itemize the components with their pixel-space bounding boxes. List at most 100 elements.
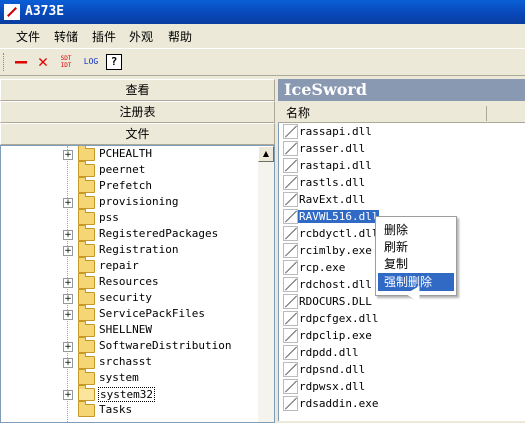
file-name: rastapi.dll — [299, 159, 372, 172]
tree-item[interactable]: + ServicePackFiles — [1, 305, 259, 322]
tree-item-label: security — [99, 291, 152, 304]
folder-icon — [78, 241, 95, 257]
tree-item[interactable]: + Resources — [1, 273, 259, 290]
expand-icon[interactable]: + — [63, 358, 73, 368]
menu-plugins[interactable]: 插件 — [92, 28, 116, 45]
file-row[interactable]: rastls.dll — [279, 174, 525, 191]
ctx-refresh[interactable]: 刷新 — [378, 238, 454, 256]
folder-icon — [78, 369, 95, 385]
file-icon — [283, 379, 298, 394]
file-row[interactable]: rdpwsx.dll — [279, 378, 525, 395]
folder-icon — [78, 353, 95, 369]
tree-item[interactable]: Tasks — [1, 401, 259, 418]
file-icon — [283, 209, 298, 224]
file-row[interactable]: rdpclip.exe — [279, 327, 525, 344]
expand-icon[interactable]: + — [63, 294, 73, 304]
expand-icon[interactable]: + — [63, 310, 73, 320]
folder-icon — [78, 305, 95, 321]
tree-scrollbar[interactable]: ▲ — [258, 146, 274, 422]
file-row[interactable]: RavExt.dll — [279, 191, 525, 208]
tree-item[interactable]: + PCHEALTH — [1, 146, 259, 162]
file-row[interactable]: rdpcfgex.dll — [279, 310, 525, 327]
file-icon — [283, 124, 298, 139]
tree-item[interactable]: + SoftwareDistribution — [1, 337, 259, 354]
file-name: rdpcfgex.dll — [299, 312, 379, 325]
tree-item[interactable]: peernet — [1, 161, 259, 178]
ctx-copy[interactable]: 复制 — [378, 255, 454, 273]
tree-item-label: system32 — [98, 387, 155, 402]
file-row[interactable]: rdpsnd.dll — [279, 361, 525, 378]
log-icon[interactable]: LOG — [81, 53, 101, 71]
expand-icon[interactable]: + — [63, 230, 73, 240]
tree-item-label: provisioning — [99, 195, 179, 208]
menu-file[interactable]: 文件 — [16, 28, 40, 45]
sdt-idt-icon[interactable]: SDT IDT — [58, 53, 74, 73]
file-name: rcp.exe — [299, 261, 346, 274]
file-row[interactable]: rastapi.dll — [279, 157, 525, 174]
view-button[interactable]: 查看 — [0, 79, 275, 101]
context-menu: 删除 刷新 复制 强制删除 — [375, 216, 457, 296]
app-icon — [4, 4, 20, 20]
scroll-up-icon[interactable]: ▲ — [258, 146, 274, 162]
file-name: rassapi.dll — [299, 125, 372, 138]
tree-item-label: system — [99, 371, 139, 384]
tree-item[interactable]: + Registration — [1, 241, 259, 258]
tree-item[interactable]: + RegisteredPackages — [1, 225, 259, 242]
folder-icon — [78, 146, 95, 161]
file-name: RavExt.dll — [299, 193, 366, 206]
folder-tree[interactable]: + PCHEALTH peernet Prefetch + provisioning pss… — [0, 145, 275, 423]
tree-item-label: srchasst — [99, 355, 152, 368]
close-process-icon[interactable]: ✕ — [35, 53, 51, 71]
registry-button[interactable]: 注册表 — [0, 101, 275, 123]
column-name[interactable]: 名称 — [278, 106, 487, 121]
tree-item-label: SHELLNEW — [99, 323, 152, 336]
file-name: RAVWL516.dll — [298, 210, 380, 223]
file-icon — [283, 345, 298, 360]
expand-icon[interactable]: + — [63, 390, 73, 400]
file-icon — [283, 260, 298, 275]
expand-icon[interactable]: + — [63, 150, 73, 160]
list-header: 名称 — [278, 106, 525, 123]
menu-bar: 文件 转储 插件 外观 帮助 — [0, 24, 525, 49]
menu-help[interactable]: 帮助 — [168, 28, 192, 45]
tree-item[interactable]: + srchasst — [1, 353, 259, 370]
file-row[interactable]: rdpdd.dll — [279, 344, 525, 361]
folder-icon — [78, 193, 95, 209]
file-button[interactable]: 文件 — [0, 123, 275, 145]
menu-appearance[interactable]: 外观 — [129, 28, 153, 45]
expand-icon[interactable]: + — [63, 278, 73, 288]
tree-item-label: SoftwareDistribution — [99, 339, 232, 352]
toolbar: — ✕ SDT IDT LOG ? — [0, 49, 525, 76]
tree-item-label: Prefetch — [99, 179, 152, 192]
file-icon — [283, 396, 298, 411]
file-row[interactable]: rdsaddin.exe — [279, 395, 525, 412]
file-icon — [283, 158, 298, 173]
tree-item[interactable]: pss — [1, 209, 259, 226]
tree-item[interactable]: Prefetch — [1, 177, 259, 194]
ctx-delete[interactable]: 删除 — [378, 221, 454, 239]
file-icon — [283, 175, 298, 190]
menu-dump[interactable]: 转储 — [54, 28, 78, 45]
expand-icon[interactable]: + — [63, 342, 73, 352]
tree-item[interactable]: + system32 — [1, 385, 259, 402]
tree-item-label: Registration — [99, 243, 179, 256]
minus-icon[interactable]: — — [13, 51, 29, 71]
tree-item-label: RegisteredPackages — [99, 227, 219, 240]
help-icon[interactable]: ? — [106, 54, 122, 70]
title-bar: A373E — [0, 0, 525, 24]
file-row[interactable]: rasser.dll — [279, 140, 525, 157]
file-name: RDOCURS.DLL — [299, 295, 372, 308]
tree-item-label: repair — [99, 259, 139, 272]
tree-item[interactable]: + security — [1, 289, 259, 306]
tree-item[interactable]: + provisioning — [1, 193, 259, 210]
file-row[interactable]: rassapi.dll — [279, 123, 525, 140]
toolbar-grip[interactable] — [3, 53, 7, 71]
file-icon — [283, 362, 298, 377]
tree-item[interactable]: system — [1, 369, 259, 386]
tree-item[interactable]: SHELLNEW — [1, 321, 259, 338]
expand-icon[interactable]: + — [63, 246, 73, 256]
tree-item[interactable]: repair — [1, 257, 259, 274]
tree-item-label: Tasks — [99, 403, 133, 416]
expand-icon[interactable]: + — [63, 198, 73, 208]
folder-icon — [78, 289, 95, 305]
